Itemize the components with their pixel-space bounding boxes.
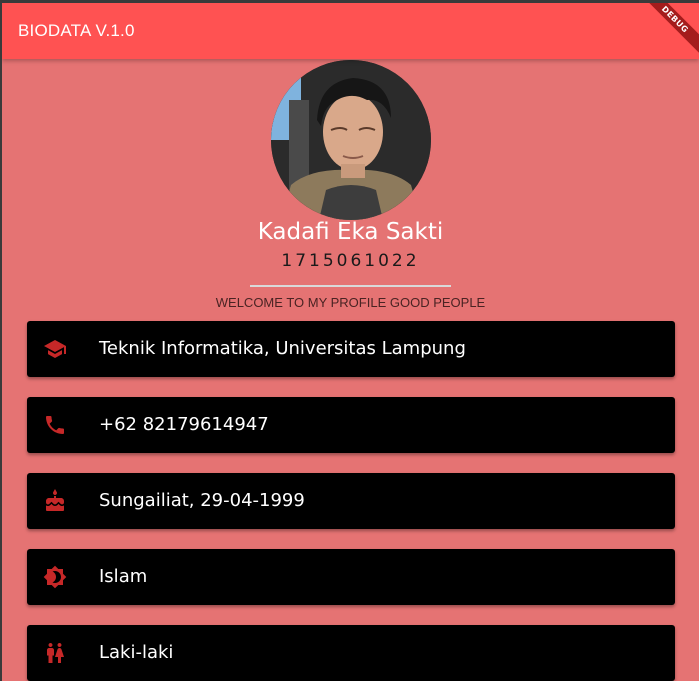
birth-label: Sungailiat, 29-04-1999: [99, 490, 305, 511]
phone-label: +62 82179614947: [99, 414, 269, 435]
welcome-text: WELCOME TO MY PROFILE GOOD PEOPLE: [215, 295, 486, 310]
wc-icon: [43, 641, 67, 665]
education-card[interactable]: Teknik Informatika, Universitas Lampung: [27, 321, 675, 377]
brightness-icon: [43, 565, 67, 589]
religion-label: Islam: [99, 566, 148, 587]
app-bar: BIODATA V.1.0: [2, 3, 699, 59]
gender-card[interactable]: Laki-laki: [27, 625, 675, 681]
app-title: BIODATA V.1.0: [18, 21, 135, 40]
profile-name: Kadafi Eka Sakti: [257, 219, 444, 245]
phone-icon: [43, 413, 67, 437]
education-label: Teknik Informatika, Universitas Lampung: [99, 338, 466, 359]
phone-card[interactable]: +62 82179614947: [27, 397, 675, 453]
profile-nim: 1715061022: [281, 251, 420, 271]
gender-label: Laki-laki: [99, 642, 174, 663]
cake-icon: [43, 489, 67, 513]
school-icon: [43, 337, 67, 361]
app-window: BIODATA V.1.0 DEBUG Kadafi Eka Sakti 171…: [2, 3, 699, 681]
divider: [250, 285, 451, 287]
profile-photo: [271, 60, 431, 220]
religion-card[interactable]: Islam: [27, 549, 675, 605]
avatar: [271, 60, 431, 220]
birth-card[interactable]: Sungailiat, 29-04-1999: [27, 473, 675, 529]
